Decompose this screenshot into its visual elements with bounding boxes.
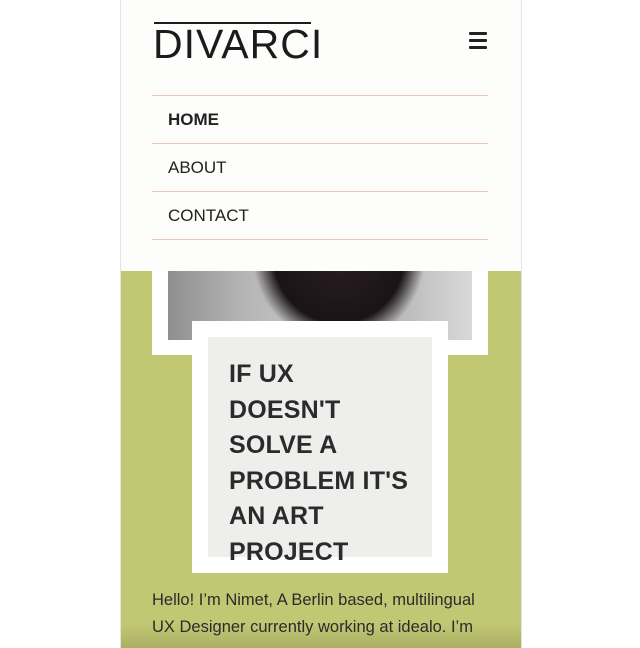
main-nav: HOME ABOUT CONTACT [152, 95, 488, 240]
site-logo[interactable]: DIVARCI [153, 24, 323, 65]
hero-quote: IF UX DOESN'T SOLVE A PROBLEM IT'S AN AR… [229, 360, 409, 566]
hamburger-menu-icon[interactable] [469, 32, 487, 50]
quote-card-inner: IF UX DOESN'T SOLVE A PROBLEM IT'S AN AR… [208, 337, 432, 566]
nav-item-home[interactable]: HOME [152, 96, 488, 144]
nav-item-about[interactable]: ABOUT [152, 144, 488, 192]
intro-text: Hello! I’m Nimet, A Berlin based, multil… [152, 591, 475, 636]
quote-card: IF UX DOESN'T SOLVE A PROBLEM IT'S AN AR… [192, 321, 448, 573]
nav-item-contact[interactable]: CONTACT [152, 192, 488, 240]
mobile-page: DIVARCI HOME ABOUT CONTACT IF UX DOESN'T… [120, 0, 522, 648]
